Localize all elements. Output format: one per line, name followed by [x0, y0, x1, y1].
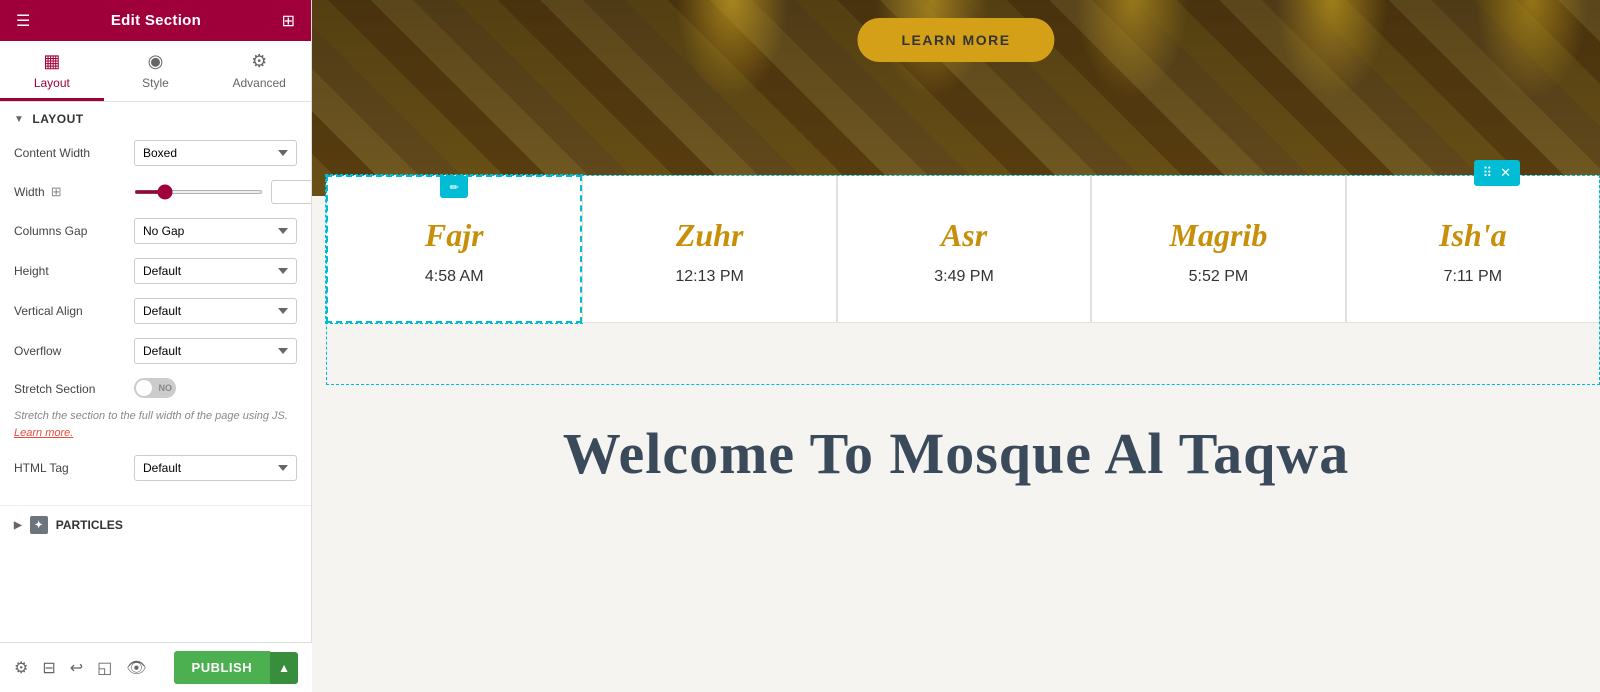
- tab-advanced-label: Advanced: [232, 76, 285, 90]
- columns-gap-control: No Gap Narrow Default Wide: [134, 218, 297, 244]
- html-tag-select[interactable]: Default header main footer section artic…: [134, 455, 297, 481]
- vertical-align-control: Default Top Middle Bottom: [134, 298, 297, 324]
- tab-advanced[interactable]: ⚙ Advanced: [207, 41, 311, 101]
- html-tag-label: HTML Tag: [14, 461, 134, 475]
- stretch-learn-more-link[interactable]: Learn more.: [14, 427, 73, 439]
- close-section-icon[interactable]: ✕: [1497, 163, 1514, 183]
- collapse-arrow-icon: ▼: [14, 114, 24, 125]
- height-label: Height: [14, 264, 134, 278]
- tab-style[interactable]: ◉ Style: [104, 41, 208, 101]
- prayer-time-isha: 7:11 PM: [1444, 268, 1502, 286]
- stretch-section-label: Stretch Section: [14, 378, 134, 396]
- learn-more-button[interactable]: LEARN MORE: [857, 18, 1054, 62]
- overflow-select[interactable]: Default Hidden Auto: [134, 338, 297, 364]
- advanced-tab-icon: ⚙: [251, 51, 267, 72]
- canvas: LEARN MORE ⠿ ✕ ⊞ ✏ Fajr 4:58 AM Zuhr 12:…: [312, 0, 1600, 692]
- prayer-card-magrib[interactable]: Magrib 5:52 PM: [1091, 175, 1345, 323]
- width-label: Width ⊞: [14, 184, 134, 200]
- publish-dropdown-button[interactable]: ▲: [270, 652, 298, 684]
- welcome-text: Welcome To Mosque Al Taqwa: [342, 420, 1570, 487]
- particles-icon: ✦: [30, 516, 48, 534]
- width-slider-wrap: [134, 180, 312, 204]
- width-input[interactable]: [271, 180, 312, 204]
- width-icon: ⊞: [51, 184, 62, 200]
- vertical-align-label: Vertical Align: [14, 304, 134, 318]
- layers-icon[interactable]: ⊟: [42, 658, 55, 678]
- grid-icon[interactable]: ⊞: [282, 11, 295, 31]
- stretch-section-toggle-wrap: NO: [134, 378, 297, 398]
- overflow-control: Default Hidden Auto: [134, 338, 297, 364]
- overflow-label: Overflow: [14, 344, 134, 358]
- prayer-name-magrib: Magrib: [1170, 217, 1268, 254]
- content-width-select[interactable]: Boxed Full Width: [134, 140, 297, 166]
- width-slider[interactable]: [134, 190, 263, 194]
- layout-tab-icon: ▦: [43, 51, 60, 72]
- height-control: Default Fit to Screen Min Height: [134, 258, 297, 284]
- particles-label: Particles: [56, 518, 123, 532]
- toggle-no-label: NO: [159, 383, 173, 393]
- style-tab-icon: ◉: [148, 51, 164, 72]
- prayer-name-isha: Ish'a: [1439, 217, 1507, 254]
- panel-header: ☰ Edit Section ⊞: [0, 0, 311, 41]
- content-width-control: Boxed Full Width: [134, 140, 297, 166]
- publish-btn-wrap: PUBLISH ▲: [174, 651, 298, 684]
- stretch-section-toggle[interactable]: NO: [134, 378, 176, 398]
- tab-layout[interactable]: ▦ Layout: [0, 41, 104, 101]
- layout-section: ▼ Layout Content Width Boxed Full Width …: [0, 102, 311, 505]
- columns-gap-label: Columns Gap: [14, 224, 134, 238]
- content-width-label: Content Width: [14, 146, 134, 160]
- stretch-section-row: Stretch Section NO: [14, 378, 297, 398]
- prayer-card-isha[interactable]: Ish'a 7:11 PM: [1346, 175, 1600, 323]
- tab-style-label: Style: [142, 76, 169, 90]
- publish-button[interactable]: PUBLISH: [174, 651, 271, 684]
- height-row: Height Default Fit to Screen Min Height: [14, 258, 297, 284]
- prayer-card-zuhr[interactable]: Zuhr 12:13 PM: [582, 175, 836, 323]
- settings-icon[interactable]: ⚙: [14, 658, 28, 678]
- bottom-toolbar: ⚙ ⊟ ↩ ◱ 👁 PUBLISH ▲: [0, 642, 312, 692]
- panel-title: Edit Section: [111, 12, 201, 29]
- prayer-name-asr: Asr: [941, 217, 987, 254]
- prayer-time-zuhr: 12:13 PM: [675, 268, 743, 286]
- panel-tabs: ▦ Layout ◉ Style ⚙ Advanced: [0, 41, 311, 102]
- prayer-time-asr: 3:49 PM: [934, 268, 994, 286]
- html-tag-row: HTML Tag Default header main footer sect…: [14, 455, 297, 481]
- bottom-toolbar-icons: ⚙ ⊟ ↩ ◱ 👁: [14, 658, 147, 678]
- width-row: Width ⊞: [14, 180, 297, 204]
- overflow-row: Overflow Default Hidden Auto: [14, 338, 297, 364]
- prayer-card-fajr[interactable]: ✏ Fajr 4:58 AM: [326, 175, 582, 323]
- templates-icon[interactable]: ◱: [97, 658, 112, 678]
- welcome-section: Welcome To Mosque Al Taqwa: [312, 390, 1600, 517]
- columns-gap-row: Columns Gap No Gap Narrow Default Wide: [14, 218, 297, 244]
- toggle-knob: [136, 380, 152, 396]
- prayer-time-fajr: 4:58 AM: [425, 268, 484, 286]
- prayer-time-magrib: 5:52 PM: [1189, 268, 1249, 286]
- left-panel: ☰ Edit Section ⊞ ▦ Layout ◉ Style ⚙ Adva…: [0, 0, 312, 692]
- section-heading-layout[interactable]: ▼ Layout: [14, 112, 297, 126]
- content-width-row: Content Width Boxed Full Width: [14, 140, 297, 166]
- prayer-card-asr[interactable]: Asr 3:49 PM: [837, 175, 1091, 323]
- section-toolbar: ⠿ ✕: [1474, 160, 1520, 186]
- vertical-align-select[interactable]: Default Top Middle Bottom: [134, 298, 297, 324]
- prayer-name-fajr: Fajr: [425, 217, 484, 254]
- columns-gap-select[interactable]: No Gap Narrow Default Wide: [134, 218, 297, 244]
- move-icon[interactable]: ⠿: [1480, 163, 1496, 183]
- vertical-align-row: Vertical Align Default Top Middle Bottom: [14, 298, 297, 324]
- stretch-hint-text: Stretch the section to the full width of…: [14, 410, 288, 422]
- preview-icon[interactable]: 👁: [126, 658, 146, 678]
- stretch-hint: Stretch the section to the full width of…: [14, 408, 297, 441]
- history-icon[interactable]: ↩: [70, 658, 83, 678]
- prayer-name-zuhr: Zuhr: [676, 217, 744, 254]
- prayer-section: ✏ Fajr 4:58 AM Zuhr 12:13 PM Asr 3:49 PM…: [326, 175, 1600, 323]
- height-select[interactable]: Default Fit to Screen Min Height: [134, 258, 297, 284]
- edit-card-icon[interactable]: ✏: [440, 176, 468, 198]
- particles-arrow-icon: ▶: [14, 520, 22, 531]
- section-heading-label: Layout: [32, 112, 83, 126]
- tab-layout-label: Layout: [34, 76, 70, 90]
- width-label-text: Width: [14, 185, 45, 199]
- html-tag-control: Default header main footer section artic…: [134, 455, 297, 481]
- hamburger-icon[interactable]: ☰: [16, 11, 30, 31]
- particles-row[interactable]: ▶ ✦ Particles: [0, 505, 311, 544]
